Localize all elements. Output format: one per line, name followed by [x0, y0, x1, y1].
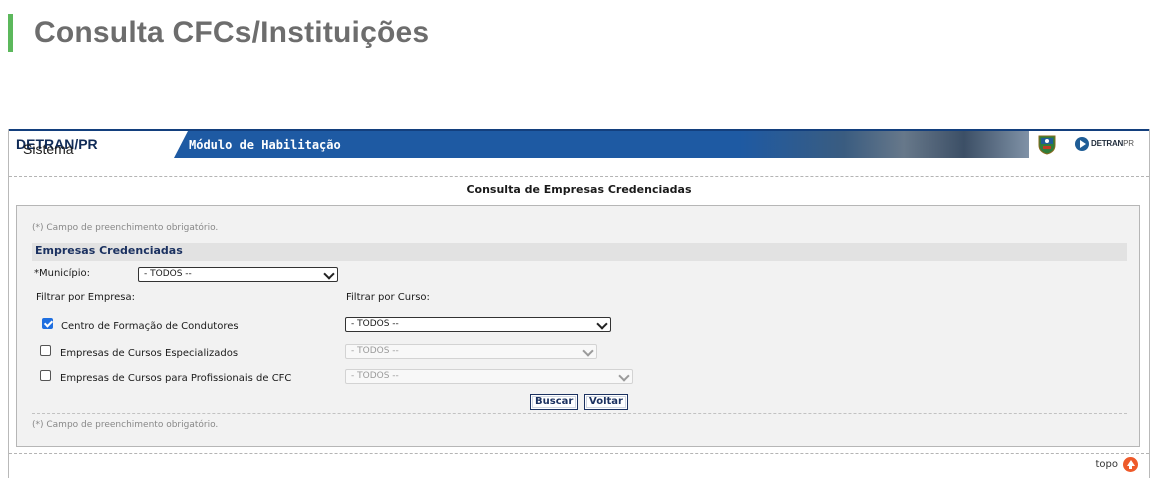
filter-curso-label: Filtrar por Curso: [346, 292, 430, 303]
system-banner: Sistema DETRAN/PR Módulo de Habilitação … [9, 129, 1149, 158]
search-button[interactable]: Buscar [530, 394, 579, 410]
group-header: Empresas Credenciadas [32, 243, 1127, 261]
filter-empresa-label: Filtrar por Empresa: [36, 292, 135, 303]
checkbox-profissionais[interactable] [40, 370, 51, 381]
checkbox-profissionais-label: Empresas de Cursos para Profissionais de… [60, 373, 292, 384]
checkbox-especializados-label: Empresas de Cursos Especializados [60, 348, 239, 359]
checkbox-cfc-label: Centro de Formação de Condutores [61, 321, 239, 332]
chevron-down-icon [323, 268, 335, 280]
divider [9, 453, 1149, 454]
checkbox-cfc[interactable] [42, 318, 53, 329]
chevron-down-icon [596, 318, 608, 330]
system-label-box: Sistema DETRAN/PR [9, 131, 188, 158]
parana-crest-icon [1038, 135, 1056, 155]
section-title: Consulta de Empresas Credenciadas [466, 183, 692, 196]
municipio-select[interactable]: - TODOS -- [138, 267, 338, 282]
panel-divider [32, 413, 1127, 414]
banner-logos: DETRANPR [1029, 131, 1149, 158]
chevron-down-icon [618, 370, 630, 382]
banner-photo [739, 131, 1039, 158]
page-title: Consulta CFCs/Instituições [34, 16, 430, 49]
curso-select-especializados[interactable]: - TODOS -- [345, 344, 597, 359]
detran-logo-text: DETRANPR [1091, 139, 1134, 148]
arrow-up-icon [1123, 457, 1138, 472]
page-title-block: Consulta CFCs/Instituições [8, 14, 429, 52]
curso-select-cfc[interactable]: - TODOS -- [345, 317, 611, 332]
module-label: Módulo de Habilitação [189, 138, 341, 152]
back-button[interactable]: Voltar [584, 394, 628, 410]
search-form-panel: (*) Campo de preenchimento obrigatório. … [16, 205, 1140, 447]
back-to-top-label: topo [1095, 459, 1118, 470]
checkbox-especializados[interactable] [40, 345, 51, 356]
divider [9, 176, 1149, 177]
municipio-label: *Município: [34, 268, 90, 279]
chevron-down-icon [582, 345, 594, 357]
group-title: Empresas Credenciadas [35, 244, 183, 257]
detran-logo-icon [1075, 137, 1089, 151]
curso-select-profissionais[interactable]: - TODOS -- [345, 369, 633, 384]
system-label: Sistema [23, 141, 74, 157]
detran-frame: Sistema DETRAN/PR Módulo de Habilitação … [8, 129, 1150, 478]
required-hint-top: (*) Campo de preenchimento obrigatório. [32, 223, 219, 233]
required-hint-bottom: (*) Campo de preenchimento obrigatório. [32, 420, 219, 430]
